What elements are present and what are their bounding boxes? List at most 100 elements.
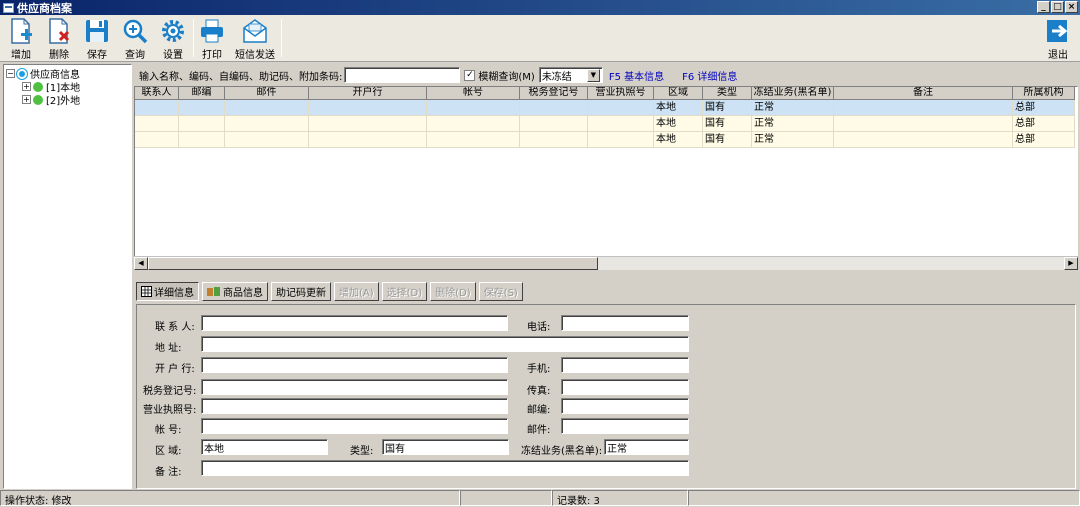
node-icon <box>33 94 43 105</box>
scroll-thumb[interactable] <box>148 257 598 270</box>
table-cell <box>427 132 520 148</box>
column-header[interactable]: 联系人 <box>135 87 179 100</box>
detail-tabs: 详细信息 商品信息 助记码更新 增加(A) 选择(D) 删除(D) 保存(S) <box>136 282 523 302</box>
table-cell <box>225 132 309 148</box>
expand-icon[interactable]: + <box>22 95 31 104</box>
scroll-left-icon[interactable]: ◀ <box>134 257 148 270</box>
table-cell <box>588 100 654 116</box>
sms-send-button[interactable]: 短信发送 <box>233 17 277 61</box>
column-header[interactable]: 营业执照号 <box>588 87 654 100</box>
operation-status: 操作状态: 修改 <box>0 490 460 506</box>
freeze-business-input[interactable] <box>604 439 689 455</box>
zip-label: 邮编: <box>527 405 551 416</box>
minimize-button[interactable]: _ <box>1037 1 1050 13</box>
table-cell: 正常 <box>752 132 834 148</box>
table-cell <box>135 132 179 148</box>
tree-node-remote[interactable]: + [2]外地 <box>6 93 129 107</box>
save-record-button[interactable]: 保存(S) <box>478 282 523 301</box>
print-label: 打印 <box>202 50 222 61</box>
account-label: 帐 号: <box>155 425 182 436</box>
table-cell: 总部 <box>1013 100 1075 116</box>
table-row[interactable]: 本地 国有 正常 总部 <box>135 116 1075 132</box>
close-button[interactable]: × <box>1065 1 1078 13</box>
print-button[interactable]: 打印 <box>193 17 231 61</box>
f5-basic-info-link[interactable]: F5 基本信息 <box>609 68 664 83</box>
window-title: 供应商档案 <box>17 1 72 15</box>
add-record-button[interactable]: 增加(A) <box>334 282 379 301</box>
column-header[interactable]: 开户行 <box>309 87 427 100</box>
freeze-status-select[interactable]: 未冻结 ▼ <box>538 67 603 83</box>
settings-button[interactable]: 设置 <box>154 17 192 61</box>
expand-icon[interactable]: + <box>22 82 31 91</box>
column-header[interactable]: 类型 <box>703 87 752 100</box>
printer-icon <box>201 19 223 43</box>
goods-icon <box>207 287 220 296</box>
fax-input[interactable] <box>561 379 689 395</box>
save-button[interactable]: 保存 <box>78 17 116 61</box>
table-cell <box>309 132 427 148</box>
remark-input[interactable] <box>201 460 689 476</box>
tab-goods-info[interactable]: 商品信息 <box>202 282 268 301</box>
table-cell <box>520 116 588 132</box>
f6-detail-info-link[interactable]: F6 详细信息 <box>682 68 737 83</box>
column-header[interactable]: 所属机构 <box>1013 87 1075 100</box>
scroll-right-icon[interactable]: ▶ <box>1064 257 1078 270</box>
mnemonic-update-button[interactable]: 助记码更新 <box>271 282 331 301</box>
collapse-icon[interactable]: − <box>6 69 15 78</box>
table-cell <box>834 132 1013 148</box>
fuzzy-query-label[interactable]: 模糊查询(M) <box>478 68 534 83</box>
search-input[interactable] <box>344 67 461 83</box>
column-header[interactable]: 帐号 <box>427 87 520 100</box>
type-input[interactable] <box>382 439 509 455</box>
table-cell <box>179 116 225 132</box>
region-input[interactable] <box>201 439 328 455</box>
column-header[interactable]: 邮件 <box>225 87 309 100</box>
table-row[interactable]: 本地 国有 正常 总部 <box>135 100 1075 116</box>
table-cell: 本地 <box>654 132 703 148</box>
phone-input[interactable] <box>561 315 689 331</box>
app-icon <box>3 2 14 13</box>
column-header[interactable]: 区域 <box>654 87 703 100</box>
fuzzy-query-checkbox[interactable]: ✓ <box>464 69 476 81</box>
globe-icon <box>17 68 27 79</box>
settings-label: 设置 <box>163 50 183 61</box>
table-cell <box>427 100 520 116</box>
table-cell <box>309 100 427 116</box>
column-header[interactable]: 邮编 <box>179 87 225 100</box>
table-icon <box>141 286 152 297</box>
column-header[interactable]: 备注 <box>834 87 1013 100</box>
delete-button[interactable]: 删除 <box>40 17 78 61</box>
exit-button[interactable]: 退出 <box>1039 17 1077 61</box>
table-row[interactable]: 本地 国有 正常 总部 <box>135 132 1075 148</box>
sms-send-label: 短信发送 <box>235 50 275 61</box>
select-record-button[interactable]: 选择(D) <box>381 282 428 301</box>
table-cell <box>179 100 225 116</box>
table-cell: 国有 <box>703 116 752 132</box>
gear-icon <box>162 20 184 42</box>
add-button[interactable]: 增加 <box>2 17 40 61</box>
search-label: 输入名称、编码、自编码、助记码、附加条码: <box>139 71 343 83</box>
license-input[interactable] <box>201 398 508 414</box>
tab-detail-info[interactable]: 详细信息 <box>136 282 199 301</box>
toolbar-separator <box>281 19 282 57</box>
table-cell <box>225 116 309 132</box>
freeze-status-value: 未冻结 <box>541 71 572 83</box>
query-button[interactable]: 查询 <box>116 17 154 61</box>
column-header[interactable]: 税务登记号 <box>520 87 588 100</box>
mobile-input[interactable] <box>561 357 689 373</box>
table-cell <box>588 132 654 148</box>
contact-input[interactable] <box>201 315 508 331</box>
column-header[interactable]: 冻结业务(黑名单) <box>752 87 834 100</box>
address-input[interactable] <box>201 336 689 352</box>
account-input[interactable] <box>201 418 508 434</box>
email-input[interactable] <box>561 418 689 434</box>
tax-reg-input[interactable] <box>201 379 508 395</box>
dropdown-arrow-icon[interactable]: ▼ <box>586 68 600 82</box>
status-panel-empty <box>688 490 1080 506</box>
delete-record-button[interactable]: 删除(D) <box>430 282 476 301</box>
bank-input[interactable] <box>201 357 508 373</box>
magnifier-icon <box>123 19 148 44</box>
horizontal-scrollbar[interactable]: ◀ ▶ <box>134 256 1078 270</box>
maximize-button[interactable]: □ <box>1051 1 1064 13</box>
zip-input[interactable] <box>561 398 689 414</box>
